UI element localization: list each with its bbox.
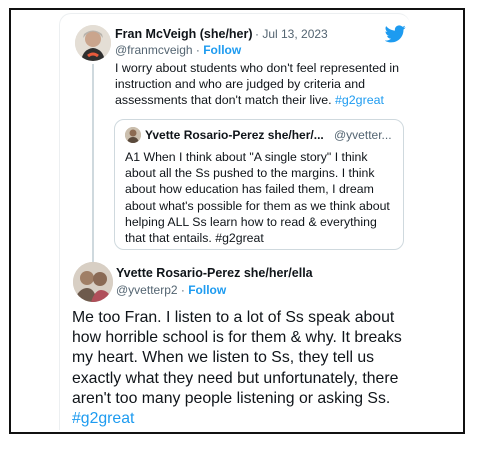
twitter-bird-icon[interactable]	[385, 25, 406, 43]
tweet-date[interactable]: · Jul 13, 2023	[255, 27, 328, 41]
reply-text: Me too Fran. I listen to a lot of Ss spe…	[72, 308, 412, 429]
author-name[interactable]: Fran McVeigh (she/her)	[115, 27, 253, 41]
quoted-avatar-photo	[125, 127, 141, 143]
reply-handle-row: @yvetterp2 · Follow	[116, 283, 226, 297]
hashtag-link[interactable]: #g2great	[335, 93, 384, 107]
quoted-author-handle: @yvetter...	[334, 128, 392, 142]
author-handle[interactable]: @franmcveigh ·	[115, 43, 200, 57]
tweet-text: I worry about students who don't feel re…	[115, 60, 411, 108]
reply-body: Me too Fran. I listen to a lot of Ss spe…	[72, 309, 402, 407]
quoted-author-avatar	[125, 127, 141, 143]
reply-author-avatar[interactable]	[73, 262, 113, 302]
quoted-author-name: Yvette Rosario-Perez she/her/...	[145, 128, 324, 142]
avatar-photo	[75, 25, 111, 61]
reply-avatar-photo	[73, 262, 113, 302]
reply-follow-button[interactable]: Follow	[188, 283, 226, 297]
follow-button[interactable]: Follow	[203, 43, 241, 57]
thread-connector-line	[92, 64, 94, 264]
reply-author-name[interactable]: Yvette Rosario-Perez she/her/ella	[116, 266, 313, 280]
reply-author-handle[interactable]: @yvetterp2 ·	[116, 283, 185, 297]
reply-hashtag-link[interactable]: #g2great	[72, 410, 134, 427]
quoted-tweet[interactable]: Yvette Rosario-Perez she/her/... @yvette…	[114, 119, 404, 250]
author-avatar[interactable]	[75, 25, 111, 61]
author-handle-row: @franmcveigh · Follow	[115, 43, 241, 57]
quoted-tweet-text: A1 When I think about "A single story" I…	[125, 150, 390, 246]
